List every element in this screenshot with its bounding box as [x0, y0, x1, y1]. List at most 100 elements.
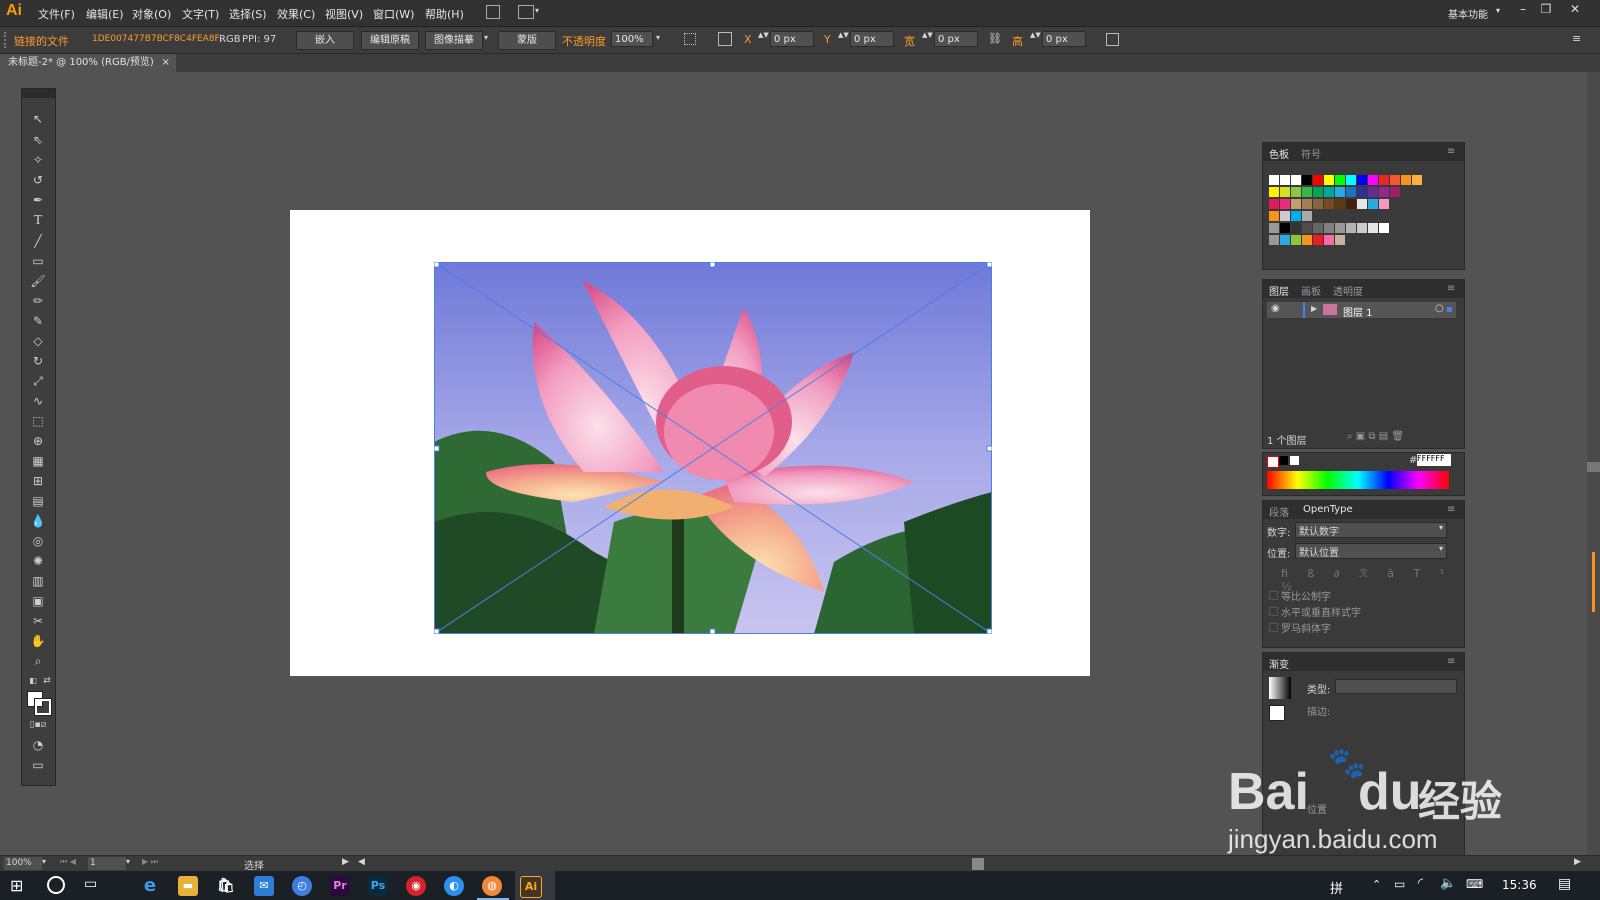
rotate-tool-icon[interactable]: ↻: [29, 353, 47, 369]
store-icon[interactable]: 🛍: [216, 876, 236, 896]
menu-type[interactable]: 文字(T): [182, 6, 219, 22]
panel-menu-icon[interactable]: ≡: [1447, 504, 1455, 515]
color-swatch[interactable]: [1269, 235, 1279, 245]
edit-original-button[interactable]: 编辑原稿: [361, 31, 419, 50]
color-swatch[interactable]: [1401, 175, 1411, 185]
color-swatch[interactable]: [1313, 199, 1323, 209]
checkbox[interactable]: [1269, 591, 1278, 600]
color-swatch[interactable]: [1313, 187, 1323, 197]
color-swatch[interactable]: [1379, 175, 1389, 185]
panel-menu-icon[interactable]: ≡: [1447, 146, 1455, 157]
tab-transparency[interactable]: 透明度: [1333, 283, 1363, 298]
free-transform-tool-icon[interactable]: ⬚: [29, 413, 47, 429]
color-swatch[interactable]: [1302, 235, 1312, 245]
position-select[interactable]: 默认位置 ▾: [1295, 543, 1447, 559]
color-swatch[interactable]: [1302, 199, 1312, 209]
color-swatch[interactable]: [1346, 187, 1356, 197]
color-swatch[interactable]: [1379, 199, 1389, 209]
opacity-label[interactable]: 不透明度: [562, 33, 606, 49]
drawing-mode-icon[interactable]: ◔: [29, 737, 47, 753]
scroll-right-icon[interactable]: ▶: [1574, 857, 1581, 867]
scroll-left-icon[interactable]: ◀: [358, 857, 365, 867]
width-field[interactable]: 0 px: [934, 31, 978, 47]
close-icon[interactable]: ✕: [1564, 2, 1586, 18]
color-swatch[interactable]: [1346, 223, 1356, 233]
color-swatch[interactable]: [1335, 223, 1345, 233]
selection-indicator[interactable]: [1447, 307, 1452, 312]
lasso-tool-icon[interactable]: ↺: [29, 172, 47, 188]
color-swatch[interactable]: [1335, 175, 1345, 185]
color-swatch[interactable]: [1291, 223, 1301, 233]
panel-menu-icon[interactable]: ≡: [1572, 32, 1581, 45]
color-swatch[interactable]: [1368, 175, 1378, 185]
linked-file-link[interactable]: 链接的文件: [14, 33, 69, 49]
color-swatch[interactable]: [1313, 235, 1323, 245]
type-tool-icon[interactable]: T: [29, 213, 47, 229]
line-tool-icon[interactable]: ╱: [29, 233, 47, 249]
color-swatch[interactable]: [1280, 235, 1290, 245]
symbol-sprayer-tool-icon[interactable]: ✺: [29, 553, 47, 569]
color-swatch[interactable]: [1335, 199, 1345, 209]
expand-triangle-icon[interactable]: ▶: [1311, 304, 1317, 313]
keyboard-icon[interactable]: ⌨: [1466, 877, 1483, 891]
edge-icon[interactable]: e: [140, 876, 160, 896]
zoom-field[interactable]: 100%: [4, 857, 42, 870]
color-swatch[interactable]: [1280, 223, 1290, 233]
stepper-icon[interactable]: ▲▼: [1030, 31, 1041, 39]
color-swatch[interactable]: [1357, 223, 1367, 233]
target-icon[interactable]: ○: [1435, 303, 1444, 314]
close-icon[interactable]: ×: [161, 54, 169, 72]
tab-swatches[interactable]: 色板: [1269, 146, 1289, 161]
tab-artboards[interactable]: 画板: [1301, 283, 1321, 298]
color-swatch[interactable]: [1269, 199, 1279, 209]
color-swatch[interactable]: [1269, 187, 1279, 197]
pen-tool-icon[interactable]: ✒: [29, 192, 47, 208]
menu-edit[interactable]: 编辑(E): [86, 6, 124, 22]
gradient-type-select[interactable]: [1335, 679, 1457, 694]
rectangle-tool-icon[interactable]: ▭: [29, 253, 47, 269]
color-swatch[interactable]: [1280, 187, 1290, 197]
color-mode-icons[interactable]: ▯▪⧄: [29, 717, 47, 733]
scale-tool-icon[interactable]: ⤢: [29, 373, 47, 389]
color-swatch[interactable]: [1269, 211, 1279, 221]
color-swatch[interactable]: [1302, 175, 1312, 185]
color-swatch[interactable]: [1302, 223, 1312, 233]
color-swatch[interactable]: [1324, 175, 1334, 185]
bridge-icon[interactable]: [486, 5, 500, 19]
color-swatch[interactable]: [1302, 211, 1312, 221]
windows-start-icon[interactable]: ⊞: [10, 876, 23, 895]
selection-tool-icon[interactable]: ↖: [29, 111, 47, 127]
menu-view[interactable]: 视图(V): [325, 6, 363, 22]
swatch-grid[interactable]: [1269, 175, 1451, 255]
tab-opentype[interactable]: OpenType: [1303, 504, 1353, 515]
image-trace-button[interactable]: 图像描摹: [425, 31, 483, 50]
color-swatch[interactable]: [1324, 235, 1334, 245]
tab-paragraph[interactable]: 段落: [1269, 504, 1289, 519]
hex-field[interactable]: FFFFFF: [1417, 454, 1451, 466]
zoom-tool-icon[interactable]: ⌕: [29, 653, 47, 669]
transform-icon[interactable]: [1106, 33, 1119, 46]
tab-layers[interactable]: 图层: [1269, 283, 1289, 298]
gradient-fill-swatch[interactable]: [1269, 705, 1285, 721]
menu-help[interactable]: 帮助(H): [425, 6, 464, 22]
stepper-icon[interactable]: ▲▼: [758, 31, 769, 39]
document-tab[interactable]: 未标题-2* @ 100% (RGB/预览) ×: [0, 54, 176, 72]
premiere-icon[interactable]: Pr: [330, 876, 350, 896]
none-swatch[interactable]: [1267, 456, 1279, 468]
color-swatch[interactable]: [1291, 175, 1301, 185]
chevron-down-icon[interactable]: ▾: [656, 33, 660, 42]
file-explorer-icon[interactable]: ▬: [178, 876, 198, 896]
blend-tool-icon[interactable]: ◎: [29, 533, 47, 549]
search-icon[interactable]: [47, 876, 65, 894]
mask-button[interactable]: 蒙版: [498, 31, 556, 50]
color-spectrum[interactable]: [1267, 471, 1449, 489]
color-swatch[interactable]: [1291, 199, 1301, 209]
photoshop-icon[interactable]: Ps: [368, 876, 388, 896]
color-swatch[interactable]: [1357, 187, 1367, 197]
color-swatch[interactable]: [1302, 187, 1312, 197]
checkbox[interactable]: [1269, 607, 1278, 616]
color-swatch[interactable]: [1291, 211, 1301, 221]
color-swatch[interactable]: [1269, 175, 1279, 185]
eraser-tool-icon[interactable]: ◇: [29, 333, 47, 349]
color-swatch[interactable]: [1324, 223, 1334, 233]
